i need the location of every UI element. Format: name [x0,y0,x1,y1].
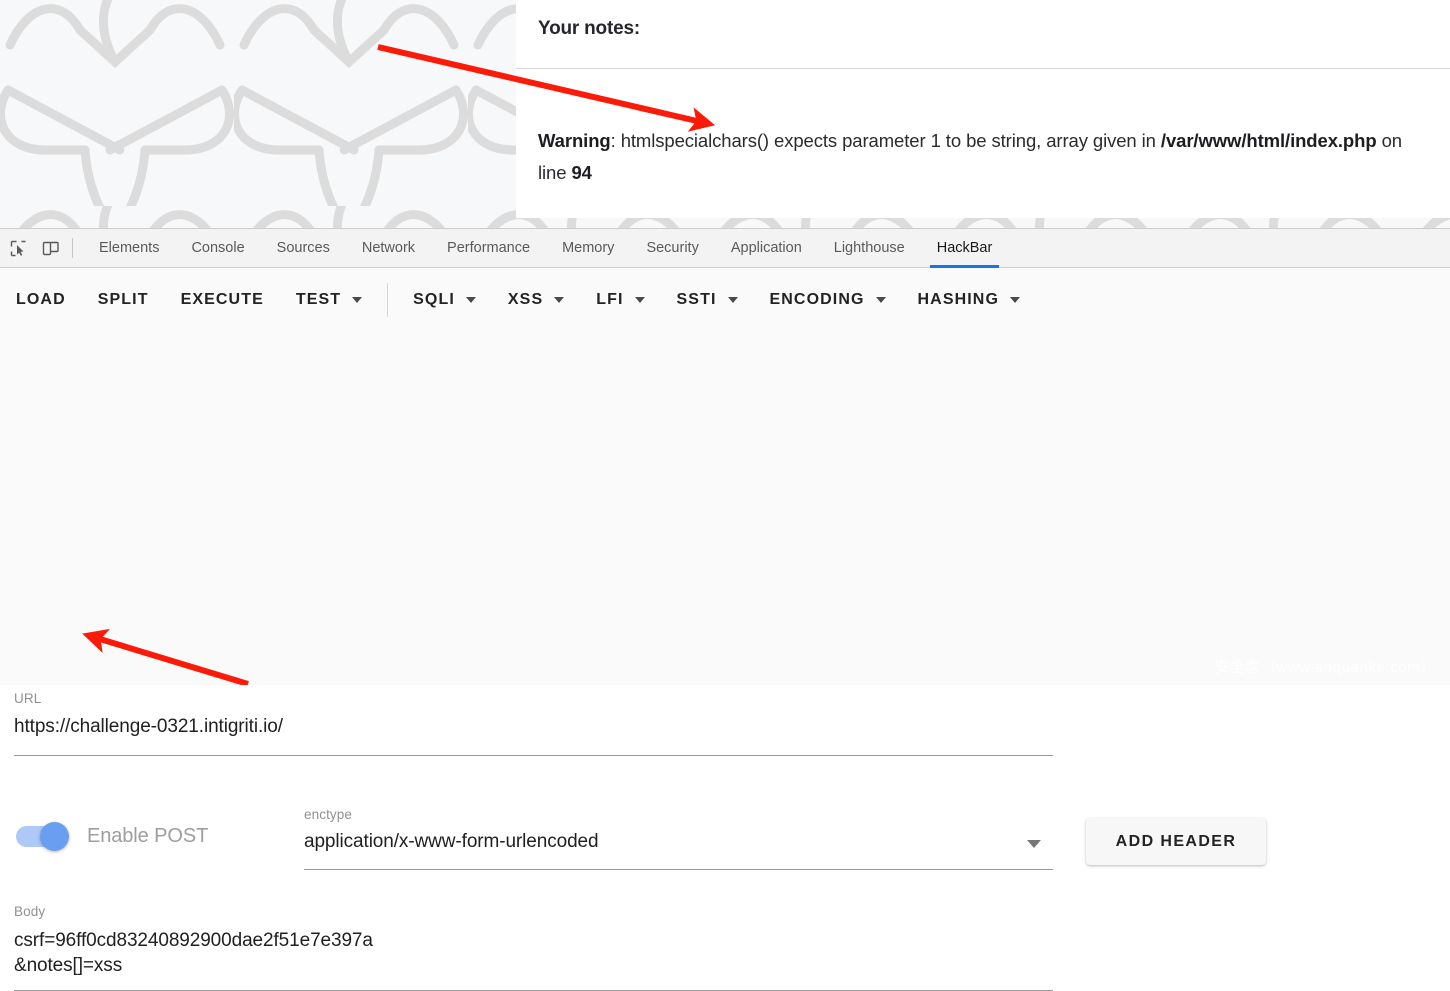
tab-label: Memory [562,240,615,256]
hackbar-load-button[interactable]: LOAD [0,280,82,320]
hackbar-split-button[interactable]: SPLIT [82,280,165,320]
button-label: LFI [596,291,624,308]
notes-panel: Your notes: Warning: htmlspecialchars() … [516,0,1450,218]
device-toolbar-icon[interactable] [36,234,64,262]
notes-divider [516,68,1450,69]
add-header-button[interactable]: ADD HEADER [1086,818,1266,865]
chevron-down-icon [727,297,738,303]
tab-performance[interactable]: Performance [431,229,546,268]
tab-label: Application [730,240,802,256]
warning-text: : htmlspecialchars() expects parameter 1… [610,130,1161,151]
php-warning-message: Warning: htmlspecialchars() expects para… [538,125,1428,189]
toolbar-divider [387,283,389,317]
button-label: SPLIT [97,291,149,308]
devtools-tab-bar: Elements Console Sources Network Perform… [0,228,1450,268]
tab-elements[interactable]: Elements [83,229,175,268]
hackbar-sqli-menu[interactable]: SQLI [397,280,492,320]
tab-label: Security [646,240,699,256]
toggle-track [16,822,69,851]
chevron-down-icon [465,297,476,303]
tab-label: Network [361,240,416,256]
tab-security[interactable]: Security [630,229,714,268]
button-label: TEST [295,291,342,308]
enctype-select[interactable]: application/x-www-form-urlencoded [304,831,599,853]
enable-post-toggle[interactable]: Enable POST [16,822,209,851]
tab-network[interactable]: Network [346,229,431,268]
tab-lighthouse[interactable]: Lighthouse [818,229,921,268]
inspect-element-icon[interactable] [4,234,32,262]
button-label: ENCODING [769,291,865,308]
target-page-area: Your notes: Warning: htmlspecialchars() … [0,0,1450,228]
chevron-down-icon[interactable] [1027,840,1041,848]
url-input[interactable]: https://challenge-0321.intigriti.io/ [14,716,283,738]
hackbar-encoding-menu[interactable]: ENCODING [754,280,902,320]
tab-label: Elements [99,240,160,256]
notes-title: Your notes: [538,18,640,39]
warning-file-path: /var/www/html/index.php [1160,130,1377,151]
hackbar-lfi-menu[interactable]: LFI [580,280,660,320]
button-label: SSTI [676,291,717,308]
chevron-down-icon [1010,297,1021,303]
tab-console[interactable]: Console [175,229,260,268]
url-field-label: URL [14,691,42,706]
warning-label: Warning [538,130,611,151]
tab-label: Lighthouse [833,240,905,256]
tab-label: Performance [447,240,531,256]
site-watermark: 安全客（www.anquanke.com） [1214,659,1436,676]
toggle-knob [40,822,69,851]
hackbar-hashing-menu[interactable]: HASHING [902,280,1036,320]
hackbar-xss-menu[interactable]: XSS [492,280,580,320]
hackbar-form-area: URL https://challenge-0321.intigriti.io/… [0,332,1450,991]
button-label: LOAD [16,291,66,308]
chevron-down-icon [352,297,363,303]
tab-label: Console [191,240,245,256]
button-label: SQLI [413,291,455,308]
body-field-label: Body [14,904,46,919]
chevron-down-icon [634,297,645,303]
button-label: HASHING [917,291,1000,308]
tab-sources[interactable]: Sources [261,229,346,268]
tab-hackbar[interactable]: HackBar [921,229,1009,268]
hackbar-ssti-menu[interactable]: SSTI [661,280,754,320]
button-label: EXECUTE [180,291,264,308]
chevron-down-icon [554,297,565,303]
hackbar-execute-button[interactable]: EXECUTE [165,280,280,320]
chevron-down-icon [875,297,886,303]
warning-line-number: 94 [571,162,592,183]
url-input-underline [14,755,1053,756]
hackbar-test-menu[interactable]: TEST [280,280,378,320]
tab-label: Sources [276,240,330,256]
enctype-select-underline [304,869,1053,870]
hackbar-toolbar: LOAD SPLIT EXECUTE TEST SQLI XSS LFI SST… [0,268,1450,332]
button-label: XSS [507,291,544,308]
tab-memory[interactable]: Memory [546,229,630,268]
tab-label: HackBar [936,240,993,256]
body-textarea[interactable]: csrf=96ff0cd83240892900dae2f51e7e397a &n… [14,928,373,978]
tab-application[interactable]: Application [715,229,818,268]
toolbar-divider [72,238,73,258]
enctype-field-label: enctype [304,807,352,822]
enable-post-label: Enable POST [87,825,209,847]
